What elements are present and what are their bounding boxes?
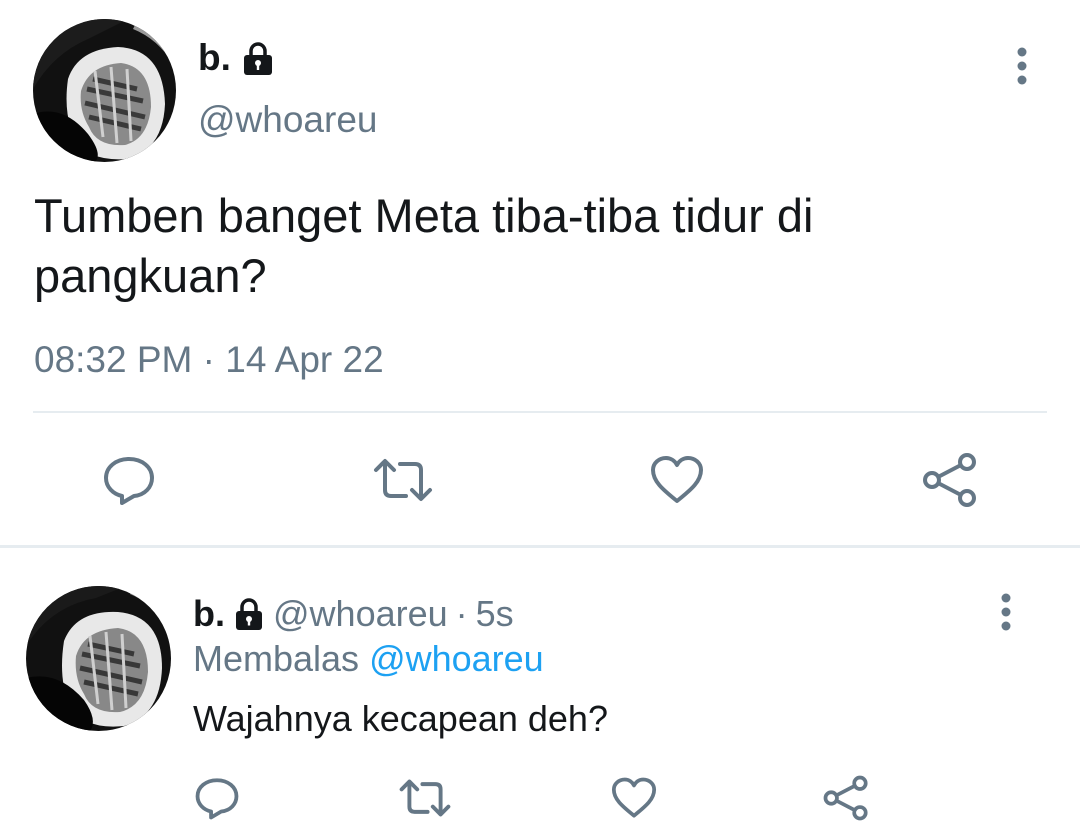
retweet-icon [399,779,451,817]
share-icon [923,453,976,507]
like-button[interactable] [647,450,707,510]
relative-time[interactable]: 5s [476,592,514,636]
tweet-detail-screen: b. @whoareu Tumben banget Meta tiba-tiba… [0,0,1080,839]
reply-button[interactable] [99,450,159,510]
lock-icon [236,598,262,630]
display-name[interactable]: b. [198,36,231,80]
retweet-icon [374,459,432,501]
more-vertical-icon[interactable] [994,592,1018,632]
tweet-text: Wajahnya kecapean deh? [193,698,608,739]
share-icon [823,775,868,821]
retweet-button[interactable] [395,768,455,828]
replying-handle-link[interactable]: @whoareu [369,638,544,679]
heart-icon [611,777,657,818]
share-button[interactable] [816,768,876,828]
reply-icon [104,457,154,505]
heart-icon [651,456,703,503]
divider [33,411,1047,413]
avatar[interactable] [26,586,171,731]
separator-dot: · [455,593,468,634]
more-vertical-icon[interactable] [1010,46,1034,86]
lock-icon [243,42,272,75]
like-button[interactable] [604,768,664,828]
handle[interactable]: @whoareu [198,98,378,142]
author-name-row: b. [198,36,273,80]
tweet-timestamp[interactable]: 08:32 PM · 14 Apr 22 [34,338,384,382]
reply-button[interactable] [187,768,247,828]
section-separator [0,545,1080,548]
replying-to: Membalas @whoareu [193,637,544,681]
avatar[interactable] [33,19,176,162]
tweet-text: Tumben banget Meta tiba-tiba tidur di pa… [34,189,814,302]
handle[interactable]: @whoareu [273,592,448,636]
share-button[interactable] [920,450,980,510]
display-name[interactable]: b. [193,592,225,636]
reply-header: b. @whoareu · 5s [193,592,514,636]
reply-icon [195,778,239,820]
replying-label: Membalas [193,638,360,679]
retweet-button[interactable] [373,450,433,510]
